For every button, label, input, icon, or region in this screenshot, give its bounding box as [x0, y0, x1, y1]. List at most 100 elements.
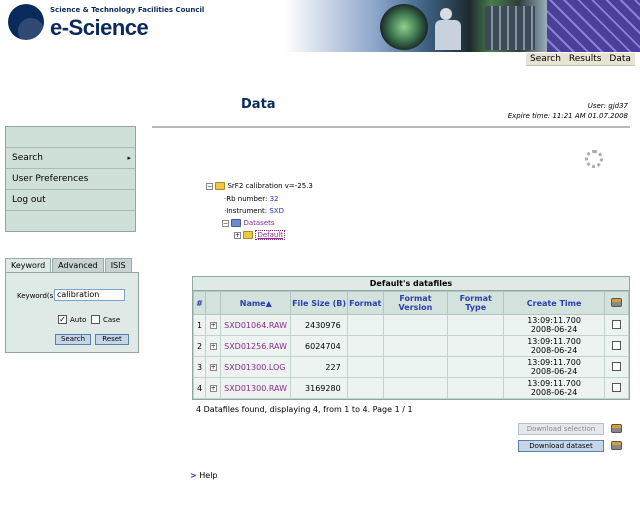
- folder-icon: [243, 231, 254, 239]
- row-select: [603, 314, 630, 336]
- table-row: 3 + SXD01300.LOG 227 13:09:11.700 2008-0…: [192, 356, 630, 378]
- page: Science & Technology Facilities Council …: [0, 0, 640, 506]
- file-format-version: [382, 377, 449, 399]
- file-format: [346, 377, 384, 399]
- header-banner-image: [285, 0, 640, 52]
- row-num: 2: [192, 335, 207, 357]
- table-row: 1 + SXD01064.RAW 2430976 13:09:11.700 20…: [192, 314, 630, 336]
- sidebar-item-search[interactable]: Search ▸: [6, 147, 135, 168]
- file-format: [346, 356, 384, 378]
- select-checkbox[interactable]: [611, 361, 621, 371]
- download-selection-button[interactable]: Download selection: [518, 423, 604, 435]
- file-link[interactable]: SXD01064.RAW: [220, 314, 292, 336]
- stfc-logo-icon: [8, 4, 44, 40]
- default-dataset-link[interactable]: Default: [255, 230, 286, 240]
- search-form: Keyword(s): calibration ✓ Auto Case Sear…: [5, 272, 139, 353]
- file-create-time: 13:09:11.700 2008-06-24: [503, 356, 605, 378]
- file-format: [346, 314, 384, 336]
- sidebar-item-label: User Preferences: [12, 174, 89, 184]
- loading-spinner-icon: [585, 150, 603, 168]
- select-checkbox[interactable]: [611, 340, 621, 350]
- rb-value: 32: [269, 195, 279, 203]
- search-tabs: Keyword Advanced ISIS: [5, 258, 139, 272]
- file-link[interactable]: SXD01300.LOG: [220, 356, 292, 378]
- tree-datasets[interactable]: − Datasets: [222, 217, 275, 229]
- keyword-label: Keyword(s):: [17, 292, 59, 300]
- row-num: 1: [192, 314, 207, 336]
- case-label: Case: [103, 316, 121, 324]
- table-header-row: # Name▲ File Size (B) Format Format Vers…: [192, 291, 630, 315]
- collapse-icon[interactable]: −: [222, 219, 229, 227]
- create-time: 13:09:11.700: [527, 358, 581, 367]
- file-size: 2430976: [290, 314, 348, 336]
- file-link[interactable]: SXD01300.RAW: [220, 377, 292, 399]
- help-label: Help: [199, 471, 218, 480]
- file-create-time: 13:09:11.700 2008-06-24: [503, 314, 605, 336]
- auto-checkbox[interactable]: ✓: [58, 315, 67, 324]
- row-select: [603, 335, 630, 357]
- create-date: 2008-06-24: [530, 367, 578, 376]
- keyword-input[interactable]: calibration: [54, 289, 125, 301]
- row-num: 3: [192, 356, 207, 378]
- tab-advanced[interactable]: Advanced: [52, 258, 104, 272]
- search-button[interactable]: Search: [55, 334, 91, 345]
- reset-button[interactable]: Reset: [95, 334, 129, 345]
- row-expand-icon[interactable]: +: [205, 314, 222, 336]
- expand-icon[interactable]: +: [234, 231, 241, 239]
- row-expand-icon[interactable]: +: [205, 377, 222, 399]
- tab-isis[interactable]: ISIS: [104, 258, 132, 272]
- col-format-version[interactable]: Format Version: [382, 291, 449, 315]
- row-expand-icon[interactable]: +: [205, 356, 222, 378]
- col-size[interactable]: File Size (B): [290, 291, 348, 315]
- rb-label: Rb number:: [226, 195, 268, 203]
- table-row: 2 + SXD01256.RAW 6024704 13:09:11.700 20…: [192, 335, 630, 357]
- file-format-version: [382, 356, 449, 378]
- col-create-time[interactable]: Create Time: [503, 291, 605, 315]
- file-link[interactable]: SXD01256.RAW: [220, 335, 292, 357]
- sidebar-item-label: Search: [12, 153, 43, 163]
- col-format[interactable]: Format: [346, 291, 384, 315]
- printer-icon[interactable]: [611, 424, 622, 433]
- create-date: 2008-06-24: [530, 388, 578, 397]
- select-checkbox[interactable]: [611, 382, 621, 392]
- col-name[interactable]: Name▲: [220, 291, 292, 315]
- collapse-icon[interactable]: −: [206, 182, 213, 190]
- create-time: 13:09:11.700: [527, 379, 581, 388]
- create-time: 13:09:11.700: [527, 316, 581, 325]
- sidebar-spacer: [6, 210, 135, 231]
- select-checkbox[interactable]: [611, 319, 621, 329]
- row-num: 4: [192, 377, 207, 399]
- nav-search[interactable]: Search: [526, 53, 565, 65]
- download-dataset-button[interactable]: Download dataset: [518, 440, 604, 452]
- tree-root[interactable]: − SrF2 calibration v=-25.3: [206, 180, 313, 192]
- col-download: [603, 291, 630, 315]
- sidebar-item-logout[interactable]: Log out: [6, 189, 135, 210]
- download-icon[interactable]: [610, 297, 622, 307]
- case-checkbox[interactable]: [91, 315, 100, 324]
- file-create-time: 13:09:11.700 2008-06-24: [503, 377, 605, 399]
- tree-default-dataset[interactable]: + Default: [234, 229, 286, 241]
- chevron-right-icon: ▸: [127, 154, 131, 162]
- results-summary: 4 Datafiles found, displaying 4, from 1 …: [196, 405, 413, 414]
- create-date: 2008-06-24: [530, 346, 578, 355]
- org-name: Science & Technology Facilities Council: [50, 6, 205, 14]
- brand-title: e-Science: [50, 15, 149, 40]
- help-link[interactable]: > Help: [190, 471, 218, 480]
- folder-icon: [231, 219, 242, 227]
- nav-results[interactable]: Results: [565, 53, 606, 65]
- nav-data[interactable]: Data: [605, 53, 635, 65]
- tree-instrument: ·Instrument: SXD: [224, 207, 284, 215]
- datafiles-table: Default's datafiles # Name▲ File Size (B…: [192, 276, 630, 400]
- tab-keyword[interactable]: Keyword: [5, 258, 52, 272]
- instrument-label: Instrument:: [226, 207, 268, 215]
- printer-icon[interactable]: [611, 441, 622, 450]
- search-panel: Keyword Advanced ISIS Keyword(s): calibr…: [5, 258, 139, 353]
- col-expand: [205, 291, 222, 315]
- file-size: 3169280: [290, 377, 348, 399]
- sidebar-item-user-preferences[interactable]: User Preferences: [6, 168, 135, 189]
- col-format-type[interactable]: Format Type: [447, 291, 505, 315]
- file-format-type: [447, 314, 505, 336]
- row-select: [603, 377, 630, 399]
- row-expand-icon[interactable]: +: [205, 335, 222, 357]
- folder-icon: [215, 182, 226, 190]
